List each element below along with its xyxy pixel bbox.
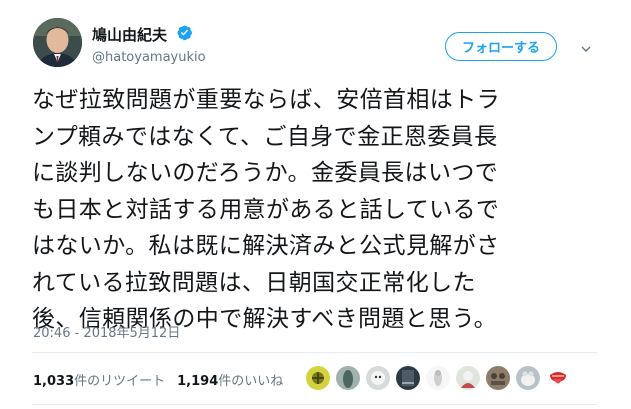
tweet-author: 鳩山由紀夫 @hatoyamayukio: [92, 24, 206, 65]
liker-avatars: [305, 365, 575, 391]
avatar[interactable]: [33, 18, 82, 67]
retweet-count: 1,033: [33, 374, 75, 389]
tweet-timestamp[interactable]: 20:46 - 2018年5月12日: [33, 322, 180, 341]
liker-avatar[interactable]: [545, 365, 571, 391]
tweet-stats: 1,033件のリツイート 1,194件のいいね: [33, 370, 283, 389]
like-label: 件のいいね: [218, 374, 284, 389]
tweet-text-line: れている拉致問題は、日朝国交正常化した: [32, 269, 476, 296]
retweet-stat[interactable]: 1,033件のリツイート: [33, 374, 165, 389]
author-handle[interactable]: @hatoyamayukio: [92, 50, 206, 65]
tweet-text-line: ンプ頼みではなくて、ご自身で金正恩委員長: [32, 123, 498, 150]
divider: [32, 352, 597, 353]
liker-avatar[interactable]: [455, 365, 481, 391]
tweet-text: なぜ拉致問題が重要ならば、安倍首相はトラ ンプ頼みではなくて、ご自身で金正恩委員…: [32, 82, 602, 338]
liker-avatar[interactable]: [335, 365, 361, 391]
liker-avatar[interactable]: [305, 365, 331, 391]
retweet-label: 件のリツイート: [74, 374, 166, 389]
tweet-text-line: も日本と対話する用意があると話しているで: [32, 196, 500, 223]
like-stat[interactable]: 1,194件のいいね: [177, 374, 283, 389]
tweet-text-line: はないか。私は既に解決済みと公式見解がさ: [32, 233, 500, 259]
verified-badge-icon: [176, 24, 193, 45]
avatar-image: [33, 18, 82, 67]
liker-avatar[interactable]: [515, 365, 541, 391]
liker-avatar[interactable]: [485, 365, 511, 391]
liker-avatar[interactable]: [395, 365, 421, 391]
liker-avatar[interactable]: [425, 365, 451, 391]
like-count: 1,194: [177, 374, 219, 389]
tweet-text-line: に談判しないのだろうか。金委員長はいつで: [32, 160, 499, 186]
liker-avatar[interactable]: [365, 365, 391, 391]
chevron-down-icon[interactable]: [580, 40, 592, 52]
author-display-name[interactable]: 鳩山由紀夫: [92, 24, 167, 45]
tweet-text-line: なぜ拉致問題が重要ならば、安倍首相はトラ: [32, 87, 500, 113]
follow-button-label: フォローする: [461, 41, 540, 56]
follow-button[interactable]: フォローする: [445, 32, 557, 61]
divider: [32, 404, 597, 405]
